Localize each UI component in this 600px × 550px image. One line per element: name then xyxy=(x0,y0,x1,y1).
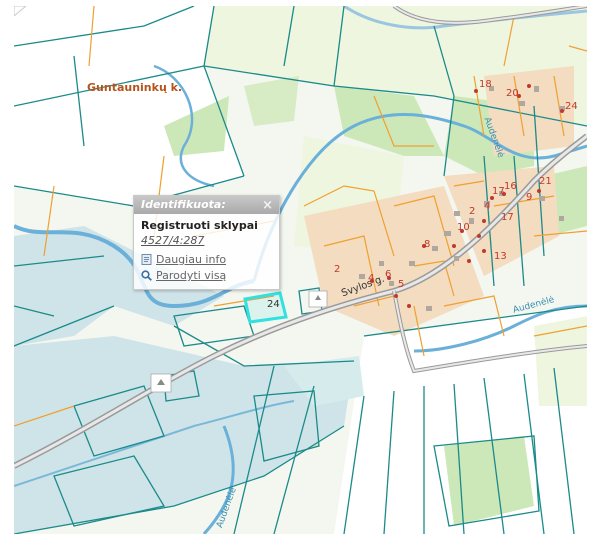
house-number: 6 xyxy=(385,269,392,280)
document-icon xyxy=(141,254,152,265)
popup-title: Identifikuota: xyxy=(141,198,226,211)
house-number: 20 xyxy=(506,88,519,99)
identify-popup: Identifikuota: × Registruoti sklypai 452… xyxy=(133,195,280,290)
close-icon[interactable]: × xyxy=(262,197,273,215)
house-number: 18 xyxy=(479,79,492,90)
house-number: 4 xyxy=(484,201,491,212)
map-viewport[interactable]: Guntauninkų k. Svylos g. Audenėlė Audenė… xyxy=(14,6,587,534)
parcel-area xyxy=(534,316,587,406)
parcel-id-link[interactable]: 4527/4:287 xyxy=(141,234,272,247)
house-number: 24 xyxy=(565,101,578,112)
house-number: 16 xyxy=(504,181,517,192)
house-number: 5 xyxy=(398,279,405,290)
house-number: 9 xyxy=(526,192,533,203)
popup-pointer xyxy=(14,6,26,16)
house-number: 10 xyxy=(457,222,470,233)
highlighted-parcel-number: 24 xyxy=(267,299,280,310)
village-label: Guntauninkų k. xyxy=(87,81,183,94)
house-number: 13 xyxy=(494,251,507,262)
magnifier-icon xyxy=(141,270,152,281)
house-number: 17 xyxy=(492,186,505,197)
house-number: 8 xyxy=(424,239,431,250)
house-number: 2 xyxy=(469,206,476,217)
more-info-label[interactable]: Daugiau info xyxy=(156,253,226,266)
house-number: 17 xyxy=(501,212,514,223)
show-all-label[interactable]: Parodyti visą xyxy=(156,269,226,282)
house-number: 2 xyxy=(334,264,341,275)
popup-header: Identifikuota: × xyxy=(134,196,279,214)
highlighted-parcel xyxy=(243,291,288,324)
house-number: 21 xyxy=(539,176,552,187)
show-all-link[interactable]: Parodyti visą xyxy=(141,269,272,282)
house-number: 4 xyxy=(368,273,375,284)
layer-name: Registruoti sklypai xyxy=(141,219,258,232)
more-info-link[interactable]: Daugiau info xyxy=(141,253,272,266)
popup-body: Registruoti sklypai 4527/4:287 Daugiau i… xyxy=(134,214,279,282)
